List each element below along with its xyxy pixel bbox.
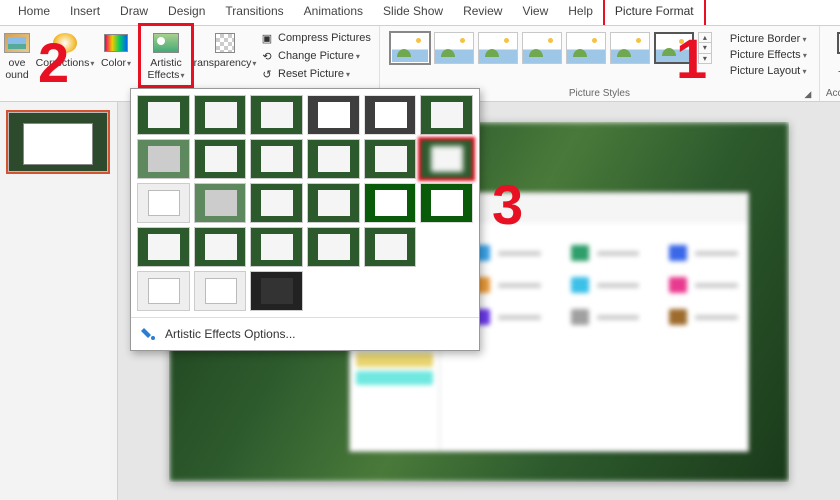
effect-preset[interactable] bbox=[137, 271, 190, 311]
tab-review[interactable]: Review bbox=[453, 0, 512, 25]
effect-preset[interactable] bbox=[420, 183, 473, 223]
style-preset[interactable] bbox=[434, 32, 474, 64]
reset-picture-button[interactable]: ↺ Reset Picture bbox=[258, 66, 373, 82]
slide-thumbnail-1[interactable] bbox=[8, 112, 108, 172]
tab-picture-format[interactable]: Picture Format bbox=[603, 0, 706, 25]
style-preset[interactable] bbox=[522, 32, 562, 64]
color-button[interactable]: Color bbox=[96, 28, 136, 72]
tab-transitions[interactable]: Transitions bbox=[215, 0, 293, 25]
transparency-icon bbox=[215, 33, 235, 53]
reset-picture-icon: ↺ bbox=[260, 67, 274, 81]
effect-preset[interactable] bbox=[194, 183, 247, 223]
effect-preset[interactable] bbox=[364, 95, 417, 135]
effect-preset[interactable] bbox=[250, 183, 303, 223]
tab-design[interactable]: Design bbox=[158, 0, 215, 25]
artistic-effects-dropdown: Artistic Effects Options... bbox=[130, 88, 480, 351]
brightness-icon bbox=[53, 33, 77, 53]
effect-preset[interactable] bbox=[137, 227, 190, 267]
transparency-button[interactable]: ransparency bbox=[196, 28, 254, 72]
tab-home[interactable]: Home bbox=[8, 0, 60, 25]
effect-preset[interactable] bbox=[307, 95, 360, 135]
style-preset[interactable] bbox=[610, 32, 650, 64]
effect-blur[interactable] bbox=[420, 139, 473, 179]
effect-preset[interactable] bbox=[364, 139, 417, 179]
style-preset[interactable] bbox=[654, 32, 694, 64]
alt-text-button[interactable]: Alt Text bbox=[826, 28, 840, 83]
color-icon bbox=[104, 34, 128, 52]
effect-preset[interactable] bbox=[194, 139, 247, 179]
effect-preset[interactable] bbox=[194, 95, 247, 135]
change-picture-button[interactable]: ⟲ Change Picture bbox=[258, 48, 373, 64]
tab-insert[interactable]: Insert bbox=[60, 0, 110, 25]
effect-preset[interactable] bbox=[307, 139, 360, 179]
artistic-effects-icon bbox=[153, 33, 179, 53]
options-icon bbox=[141, 326, 157, 342]
picture-border-button[interactable]: Picture Border bbox=[728, 32, 809, 46]
effect-preset[interactable] bbox=[250, 139, 303, 179]
style-preset[interactable] bbox=[566, 32, 606, 64]
artistic-effects-options[interactable]: Artistic Effects Options... bbox=[131, 317, 479, 350]
effect-preset[interactable] bbox=[137, 183, 190, 223]
picture-effects-button[interactable]: Picture Effects bbox=[728, 48, 809, 62]
effect-preset[interactable] bbox=[250, 271, 303, 311]
group-accessibility: Alt Text Accessibility bbox=[820, 26, 840, 101]
picture-layout-button[interactable]: Picture Layout bbox=[728, 64, 809, 78]
artistic-effects-button[interactable]: Artistic Effects bbox=[143, 28, 189, 83]
group-label-accessibility: Accessibility bbox=[826, 86, 840, 101]
picture-styles-dialog-launcher[interactable]: ◢ bbox=[803, 89, 813, 99]
effect-preset[interactable] bbox=[250, 227, 303, 267]
compress-icon: ▣ bbox=[260, 31, 274, 45]
remove-bg-icon bbox=[4, 33, 30, 53]
effect-preset[interactable] bbox=[307, 183, 360, 223]
effect-preset[interactable] bbox=[194, 271, 247, 311]
ribbon-tabs: Home Insert Draw Design Transitions Anim… bbox=[0, 0, 840, 26]
effect-preset[interactable] bbox=[364, 227, 417, 267]
effect-none[interactable] bbox=[137, 95, 190, 135]
tab-help[interactable]: Help bbox=[558, 0, 603, 25]
effect-preset[interactable] bbox=[364, 183, 417, 223]
effect-preset[interactable] bbox=[194, 227, 247, 267]
effect-preset[interactable] bbox=[137, 139, 190, 179]
picture-styles-gallery[interactable]: ▴▾▾ bbox=[386, 28, 716, 64]
change-picture-icon: ⟲ bbox=[260, 49, 274, 63]
compress-pictures-button[interactable]: ▣ Compress Pictures bbox=[258, 30, 373, 46]
tab-animations[interactable]: Animations bbox=[294, 0, 373, 25]
style-gallery-more[interactable]: ▴▾▾ bbox=[698, 32, 712, 64]
style-preset[interactable] bbox=[478, 32, 518, 64]
style-preset[interactable] bbox=[390, 32, 430, 64]
effect-preset[interactable] bbox=[250, 95, 303, 135]
tab-slideshow[interactable]: Slide Show bbox=[373, 0, 453, 25]
tab-draw[interactable]: Draw bbox=[110, 0, 158, 25]
tab-view[interactable]: View bbox=[512, 0, 558, 25]
effect-preset[interactable] bbox=[307, 227, 360, 267]
remove-background-button[interactable]: ove ound bbox=[0, 28, 34, 83]
slide-thumbnails-pane[interactable] bbox=[0, 102, 118, 500]
effect-preset[interactable] bbox=[420, 95, 473, 135]
corrections-button[interactable]: Corrections bbox=[38, 28, 92, 72]
artistic-effects-grid bbox=[131, 89, 479, 317]
